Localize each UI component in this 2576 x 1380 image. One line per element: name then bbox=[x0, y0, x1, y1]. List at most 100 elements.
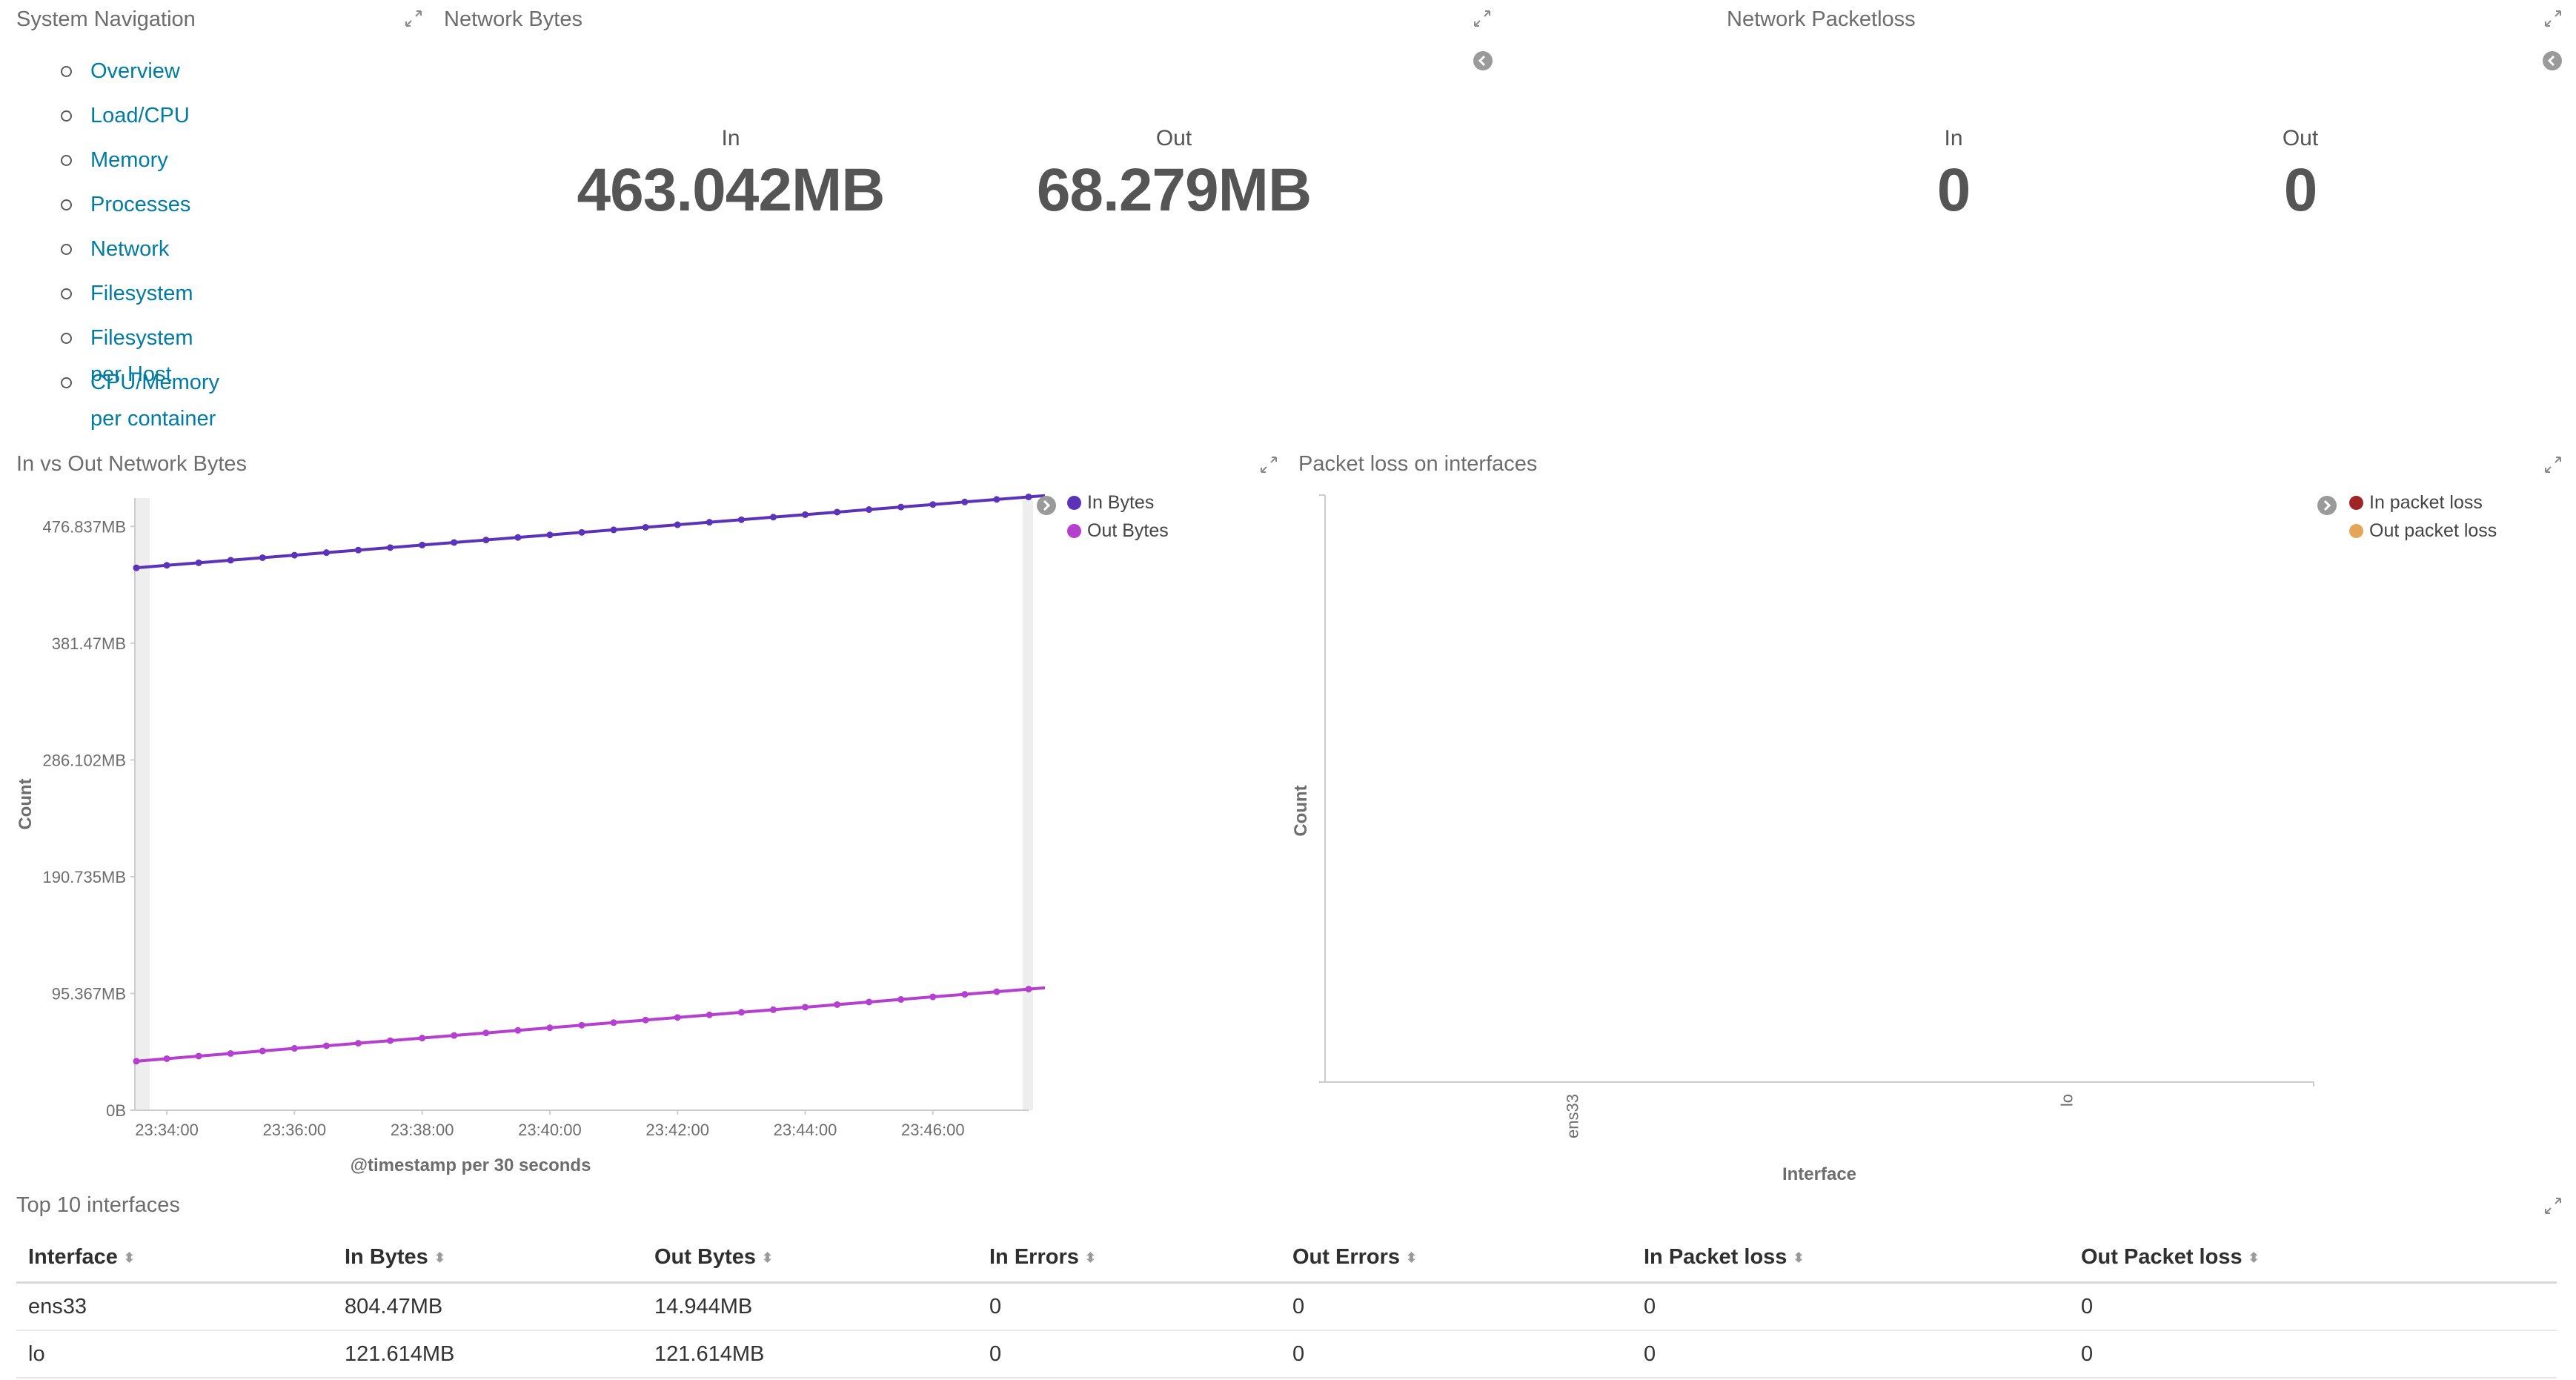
sort-icon[interactable]: ⬍ bbox=[1793, 1251, 1804, 1264]
data-point[interactable] bbox=[929, 993, 937, 1001]
data-point[interactable] bbox=[451, 539, 458, 546]
data-point[interactable] bbox=[514, 1026, 522, 1034]
table-cell: 0 bbox=[1632, 1330, 2069, 1379]
data-point[interactable] bbox=[642, 523, 649, 531]
collapse-right-icon[interactable] bbox=[2317, 495, 2337, 516]
legend-item-out-bytes[interactable]: Out Bytes bbox=[1067, 520, 1169, 542]
nav-link-network[interactable]: Network bbox=[90, 237, 169, 261]
nav-link-overview[interactable]: Overview bbox=[90, 59, 180, 83]
data-point[interactable] bbox=[897, 996, 905, 1004]
data-point[interactable] bbox=[1025, 493, 1032, 500]
data-point[interactable] bbox=[961, 498, 969, 505]
data-point[interactable] bbox=[163, 1055, 170, 1062]
data-point[interactable] bbox=[291, 551, 298, 559]
data-point[interactable] bbox=[737, 516, 745, 523]
column-header-in-bytes[interactable]: In Bytes ⬍ bbox=[333, 1233, 643, 1284]
data-point[interactable] bbox=[610, 1019, 617, 1026]
data-point[interactable] bbox=[993, 988, 1000, 995]
data-point[interactable] bbox=[482, 537, 490, 544]
data-point[interactable] bbox=[578, 1021, 585, 1029]
data-point[interactable] bbox=[834, 1001, 841, 1008]
data-point[interactable] bbox=[482, 1029, 490, 1037]
collapse-left-icon[interactable] bbox=[1473, 50, 1493, 71]
nav-list: Overview Load/CPU Memory Processes Netwo… bbox=[59, 55, 219, 431]
data-point[interactable] bbox=[802, 511, 809, 518]
data-point[interactable] bbox=[514, 534, 522, 541]
legend-label: In Bytes bbox=[1087, 492, 1155, 513]
data-point[interactable] bbox=[866, 506, 873, 514]
data-point[interactable] bbox=[195, 1052, 202, 1060]
data-point[interactable] bbox=[993, 496, 1000, 503]
sort-icon[interactable]: ⬍ bbox=[1085, 1251, 1096, 1264]
data-point[interactable] bbox=[866, 998, 873, 1006]
collapse-right-icon[interactable] bbox=[1036, 495, 1057, 516]
bullet-icon bbox=[61, 288, 72, 299]
data-point[interactable] bbox=[195, 559, 202, 566]
data-point[interactable] bbox=[227, 557, 234, 564]
data-point[interactable] bbox=[897, 503, 905, 511]
data-point[interactable] bbox=[1025, 986, 1032, 993]
nav-link-memory[interactable]: Memory bbox=[90, 148, 168, 172]
sort-icon[interactable]: ⬍ bbox=[1406, 1251, 1417, 1264]
data-point[interactable] bbox=[387, 1037, 394, 1044]
legend-item-in-packet-loss[interactable]: In packet loss bbox=[2349, 492, 2483, 514]
data-point[interactable] bbox=[706, 519, 713, 526]
data-point[interactable] bbox=[355, 1040, 362, 1047]
data-point[interactable] bbox=[227, 1049, 234, 1057]
expand-icon[interactable] bbox=[2543, 455, 2563, 474]
expand-icon[interactable] bbox=[1259, 455, 1278, 474]
data-point[interactable] bbox=[133, 1058, 140, 1065]
network-bytes-in-value: 463.042MB bbox=[577, 156, 886, 224]
data-point[interactable] bbox=[419, 541, 426, 548]
legend-item-out-packet-loss[interactable]: Out packet loss bbox=[2349, 520, 2497, 542]
column-header-out-errors[interactable]: Out Errors ⬍ bbox=[1281, 1233, 1632, 1284]
data-point[interactable] bbox=[387, 544, 394, 551]
data-point[interactable] bbox=[355, 546, 362, 554]
data-point[interactable] bbox=[291, 1045, 298, 1052]
column-header-interface[interactable]: Interface ⬍ bbox=[16, 1233, 333, 1284]
legend-item-in-bytes[interactable]: In Bytes bbox=[1067, 492, 1154, 514]
data-point[interactable] bbox=[546, 1024, 554, 1032]
data-point[interactable] bbox=[769, 514, 777, 521]
data-point[interactable] bbox=[133, 564, 140, 571]
data-point[interactable] bbox=[674, 1014, 681, 1021]
sort-icon[interactable]: ⬍ bbox=[434, 1251, 445, 1264]
data-point[interactable] bbox=[929, 501, 937, 508]
expand-icon[interactable] bbox=[1473, 9, 1492, 28]
data-point[interactable] bbox=[163, 562, 170, 569]
data-point[interactable] bbox=[451, 1032, 458, 1039]
data-point[interactable] bbox=[546, 531, 554, 539]
data-point[interactable] bbox=[769, 1006, 777, 1013]
column-header-out-packet-loss[interactable]: Out Packet loss ⬍ bbox=[2069, 1233, 2557, 1284]
y-tick-label: 286.102MB bbox=[42, 751, 126, 769]
sort-icon[interactable]: ⬍ bbox=[124, 1251, 135, 1264]
nav-link-load-cpu[interactable]: Load/CPU bbox=[90, 104, 190, 127]
sort-icon[interactable]: ⬍ bbox=[762, 1251, 773, 1264]
expand-icon[interactable] bbox=[2543, 9, 2563, 28]
data-point[interactable] bbox=[610, 526, 617, 534]
data-point[interactable] bbox=[706, 1011, 713, 1018]
expand-icon[interactable] bbox=[404, 9, 423, 28]
sort-icon[interactable]: ⬍ bbox=[2248, 1251, 2260, 1264]
data-point[interactable] bbox=[961, 991, 969, 998]
nav-link-cpu-memory-per-container[interactable]: CPU/Memory per container bbox=[90, 371, 219, 431]
data-point[interactable] bbox=[322, 549, 330, 557]
column-header-in-errors[interactable]: In Errors ⬍ bbox=[977, 1233, 1281, 1284]
nav-link-processes[interactable]: Processes bbox=[90, 193, 190, 216]
data-point[interactable] bbox=[419, 1035, 426, 1042]
collapse-left-icon[interactable] bbox=[2542, 50, 2563, 71]
nav-link-filesystem[interactable]: Filesystem bbox=[90, 282, 193, 305]
data-point[interactable] bbox=[322, 1042, 330, 1049]
data-point[interactable] bbox=[802, 1004, 809, 1011]
data-point[interactable] bbox=[737, 1009, 745, 1016]
table-cell: ens33 bbox=[16, 1282, 333, 1331]
column-header-out-bytes[interactable]: Out Bytes ⬍ bbox=[643, 1233, 977, 1284]
data-point[interactable] bbox=[834, 508, 841, 516]
data-point[interactable] bbox=[259, 1047, 266, 1055]
data-point[interactable] bbox=[259, 554, 266, 561]
data-point[interactable] bbox=[642, 1016, 649, 1024]
column-header-in-packet-loss[interactable]: In Packet loss ⬍ bbox=[1632, 1233, 2069, 1284]
expand-icon[interactable] bbox=[2543, 1196, 2563, 1215]
data-point[interactable] bbox=[578, 528, 585, 536]
data-point[interactable] bbox=[674, 521, 681, 528]
